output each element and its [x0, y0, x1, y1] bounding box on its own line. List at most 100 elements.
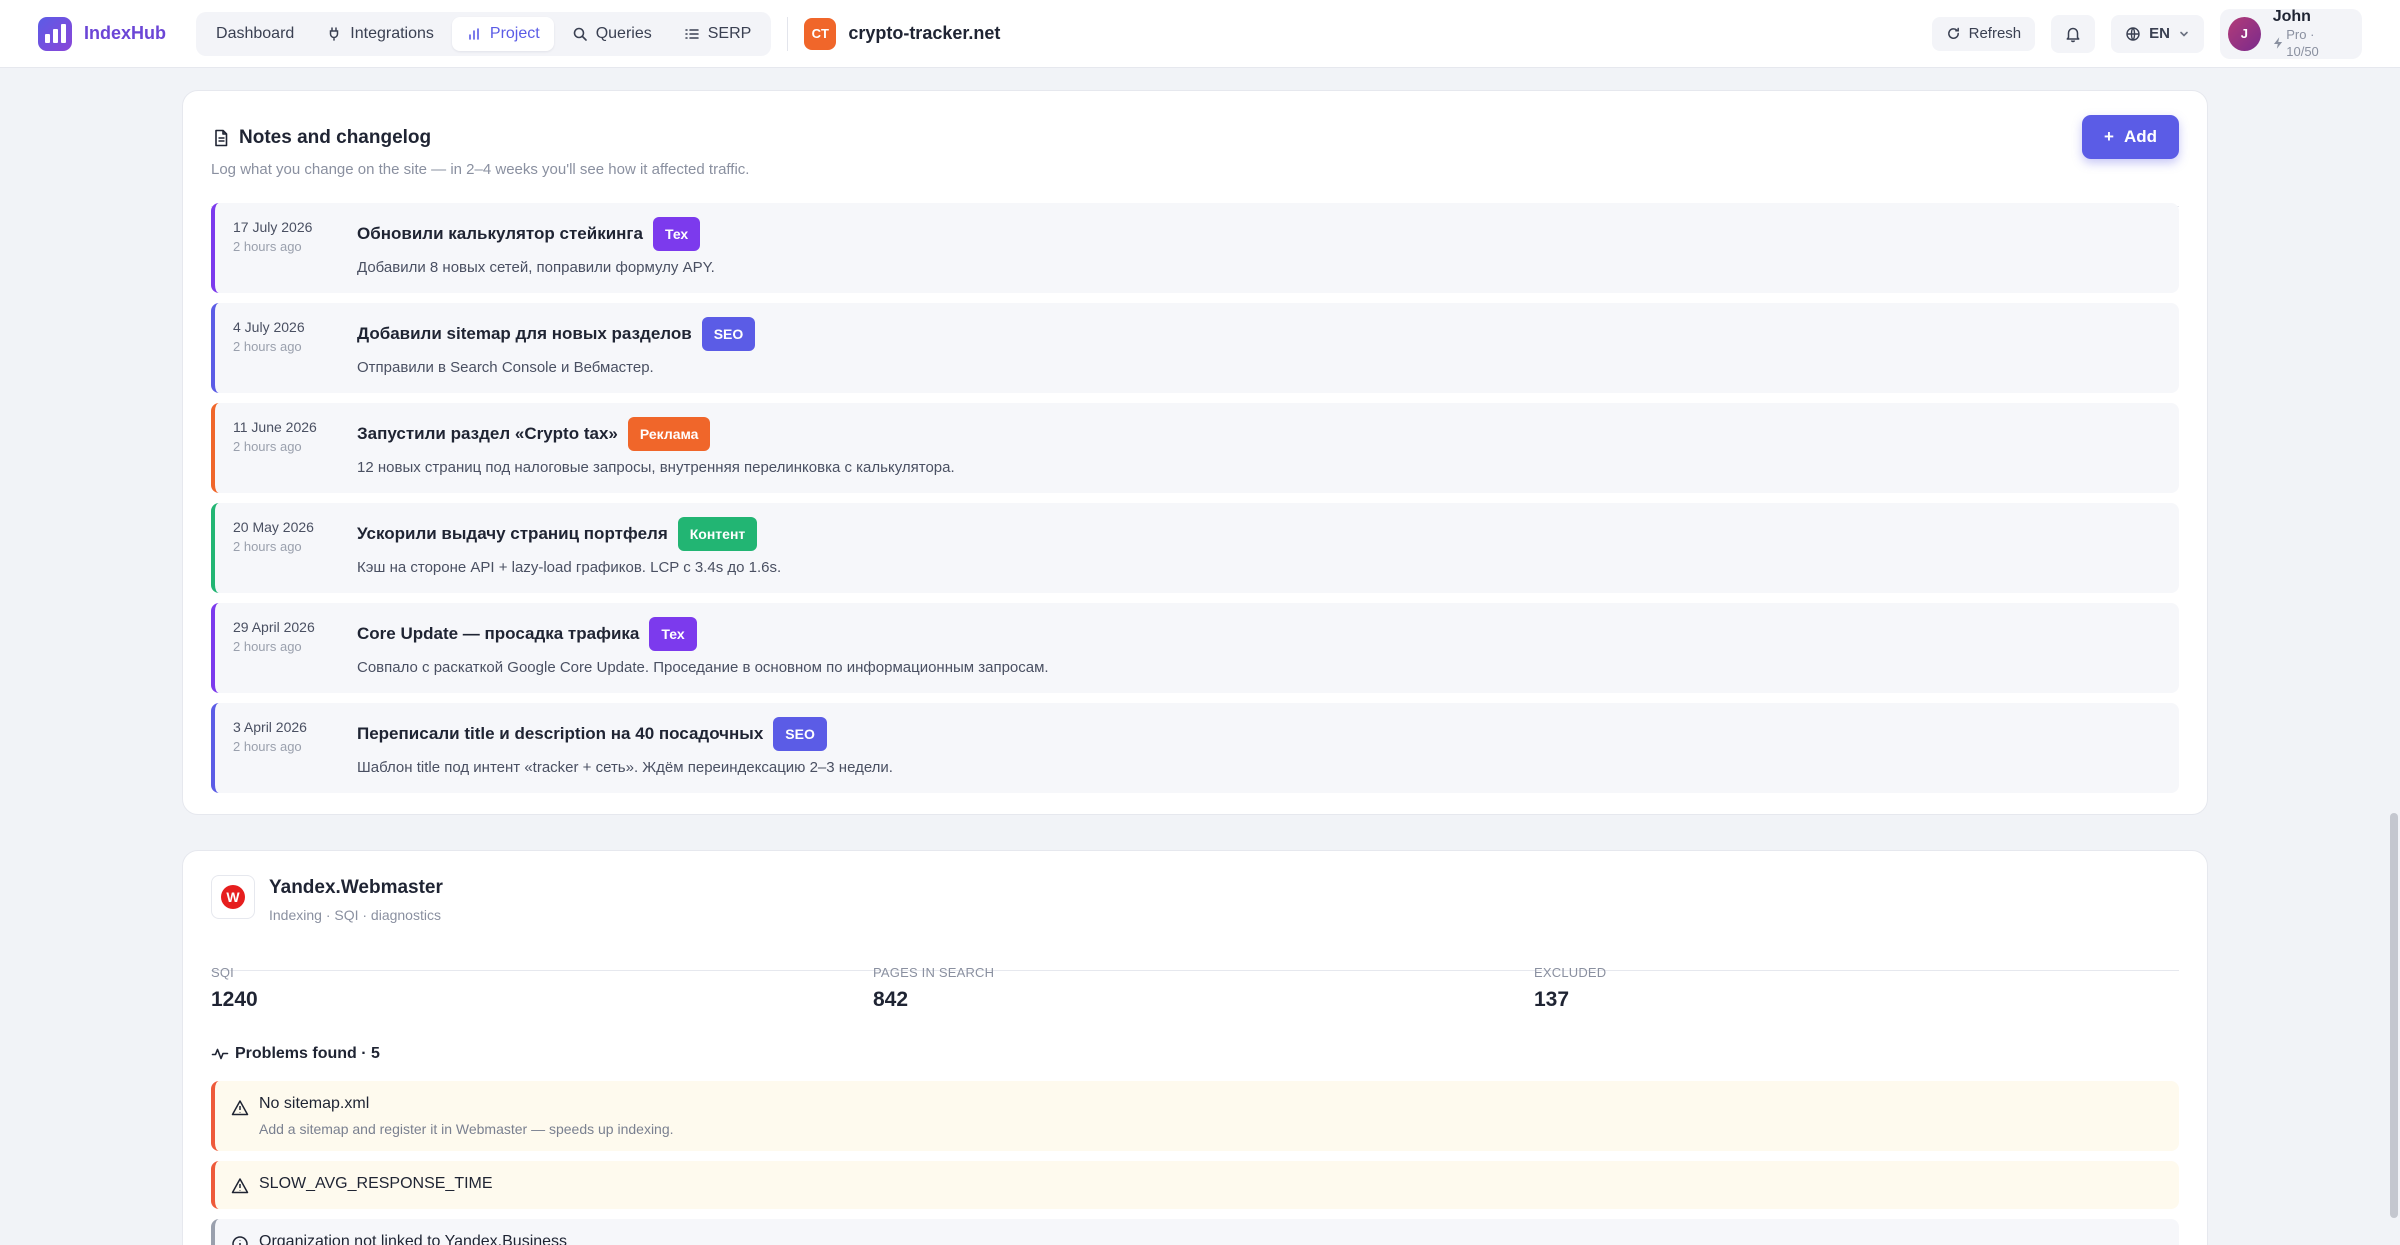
notifications-button[interactable]: [2051, 14, 2096, 53]
nav-label: Project: [489, 24, 540, 42]
language-label: EN: [2149, 25, 2170, 42]
problem-title: Organization not linked to Yandex.Busine…: [259, 1233, 568, 1245]
note-item[interactable]: 20 May 2026 2 hours ago Ускорили выдачу …: [211, 503, 2179, 593]
problems-list: No sitemap.xml Add a sitemap and registe…: [211, 1081, 2179, 1245]
logo-icon: [38, 16, 72, 51]
problem-item[interactable]: No sitemap.xml Add a sitemap and registe…: [211, 1081, 2179, 1151]
user-info: John Pro · 10/50: [2273, 8, 2348, 60]
metric-value: 842: [873, 988, 909, 1011]
problem-item[interactable]: SLOW_AVG_RESPONSE_TIME: [211, 1161, 2179, 1209]
user-plan: Pro · 10/50: [2273, 26, 2348, 60]
nav-dashboard[interactable]: Dashboard: [202, 17, 308, 51]
note-title-row: Core Update — просадка трафика Тех: [357, 617, 2159, 651]
note-title-row: Добавили sitemap для новых разделов SEO: [357, 317, 2159, 351]
list-icon: [684, 28, 699, 39]
note-tag: Тех: [652, 217, 701, 251]
metric-label: PAGES IN SEARCH: [873, 965, 995, 980]
nav-queries[interactable]: Queries: [558, 17, 666, 51]
note-item[interactable]: 29 April 2026 2 hours ago Core Update — …: [211, 603, 2179, 693]
note-description: Добавили 8 новых сетей, поправили формул…: [357, 259, 715, 276]
note-title-row: Запустили раздел «Crypto tax» Реклама: [357, 417, 2159, 451]
metric-sqi: SQI 1240: [211, 965, 258, 1012]
notes-header: Notes and changelog Log what you change …: [211, 115, 2179, 207]
notes-list: 17 July 2026 2 hours ago Обновили кальку…: [211, 203, 2179, 803]
webmaster-title: Yandex.Webmaster: [269, 877, 443, 898]
plan-label: Pro · 10/50: [2286, 26, 2319, 59]
note-item[interactable]: 11 June 2026 2 hours ago Запустили разде…: [211, 403, 2179, 493]
webmaster-card: W Yandex.Webmaster Indexing · SQI · diag…: [182, 850, 2208, 1245]
info-icon: [232, 1236, 248, 1245]
note-item[interactable]: 17 July 2026 2 hours ago Обновили кальку…: [211, 203, 2179, 293]
note-title-row: Ускорили выдачу страниц портфеля Контент: [357, 517, 2159, 551]
note-title: Переписали title и description на 40 пос…: [357, 724, 764, 743]
search-icon: [573, 27, 587, 41]
scrollbar-thumb[interactable]: [2390, 813, 2398, 1218]
note-ago: 2 hours ago: [233, 239, 302, 254]
problems-heading: Problems found · 5: [211, 1045, 380, 1063]
note-date: 17 July 2026: [233, 219, 313, 235]
nav-label: SERP: [707, 24, 752, 42]
site-selector[interactable]: CT crypto-tracker.net: [804, 17, 1001, 50]
note-title-row: Переписали title и description на 40 пос…: [357, 717, 2159, 751]
refresh-button[interactable]: Refresh: [1931, 16, 2036, 51]
activity-icon: [211, 1048, 229, 1060]
note-item[interactable]: 3 April 2026 2 hours ago Переписали titl…: [211, 703, 2179, 793]
divider: [787, 16, 789, 51]
plug-icon: [330, 26, 339, 41]
problem-title: No sitemap.xml: [259, 1095, 370, 1112]
bar-chart-icon: [469, 27, 479, 40]
language-selector[interactable]: EN: [2111, 14, 2204, 53]
note-ago: 2 hours ago: [233, 739, 302, 754]
note-ago: 2 hours ago: [233, 339, 302, 354]
plus-icon: +: [2104, 127, 2114, 146]
nav-label: Dashboard: [216, 24, 295, 42]
metric-value: 137: [1534, 988, 1570, 1011]
note-title: Core Update — просадка трафика: [357, 624, 640, 643]
metric-excluded: EXCLUDED 137: [1534, 965, 1606, 1012]
notes-subtitle: Log what you change on the site — in 2–4…: [211, 161, 750, 178]
main-nav: Dashboard Integrations Project Queries S…: [196, 11, 772, 56]
note-body: Переписали title и description на 40 пос…: [357, 717, 2159, 776]
top-right-actions: Refresh EN J John Pro · 10/50: [1931, 8, 2362, 60]
app-name: IndexHub: [84, 23, 167, 43]
note-body: Ускорили выдачу страниц портфеля Контент…: [357, 517, 2159, 576]
nav-serp[interactable]: SERP: [670, 17, 766, 51]
note-description: 12 новых страниц под налоговые запросы, …: [357, 459, 955, 476]
notes-title: Notes and changelog: [211, 127, 2179, 149]
note-description: Отправили в Search Console и Вебмастер.: [357, 359, 654, 376]
nav-project[interactable]: Project: [451, 16, 554, 51]
metric-label: EXCLUDED: [1534, 965, 1607, 980]
scrollbar[interactable]: [2386, 68, 2400, 1245]
notes-title-text: Notes and changelog: [239, 127, 432, 148]
user-menu[interactable]: J John Pro · 10/50: [2220, 8, 2362, 60]
note-title: Запустили раздел «Crypto tax»: [357, 424, 618, 443]
yandex-webmaster-logo: W: [211, 875, 255, 919]
app-logo[interactable]: IndexHub: [38, 16, 167, 51]
globe-icon: [2126, 26, 2140, 41]
note-title: Обновили калькулятор стейкинга: [357, 224, 643, 243]
nav-integrations[interactable]: Integrations: [312, 17, 448, 51]
webmaster-header: W Yandex.Webmaster Indexing · SQI · diag…: [211, 875, 2179, 971]
add-note-button[interactable]: + Add: [2082, 115, 2179, 159]
note-ago: 2 hours ago: [233, 439, 302, 454]
note-description: Кэш на стороне API + lazy-load графиков.…: [357, 559, 782, 576]
note-tag: Реклама: [627, 417, 711, 451]
metric-label: SQI: [211, 965, 234, 980]
note-date: 4 July 2026: [233, 319, 305, 335]
note-body: Добавили sitemap для новых разделов SEO …: [357, 317, 2159, 376]
problem-item[interactable]: Organization not linked to Yandex.Busine…: [211, 1219, 2179, 1245]
note-tag: SEO: [773, 717, 827, 751]
yandex-logo-glyph: W: [221, 885, 245, 909]
document-icon: [215, 129, 228, 147]
note-date: 20 May 2026: [233, 519, 314, 535]
note-description: Шаблон title под интент «tracker + сеть»…: [357, 759, 893, 776]
site-name: crypto-tracker.net: [848, 23, 1001, 43]
webmaster-subtitle: Indexing · SQI · diagnostics: [269, 907, 441, 923]
nav-label: Queries: [595, 24, 652, 42]
bell-icon: [2066, 27, 2080, 42]
note-body: Core Update — просадка трафика Тех Совпа…: [357, 617, 2159, 676]
note-title-row: Обновили калькулятор стейкинга Тех: [357, 217, 2159, 251]
note-item[interactable]: 4 July 2026 2 hours ago Добавили sitemap…: [211, 303, 2179, 393]
note-tag: Тех: [649, 617, 697, 651]
note-ago: 2 hours ago: [233, 639, 302, 654]
